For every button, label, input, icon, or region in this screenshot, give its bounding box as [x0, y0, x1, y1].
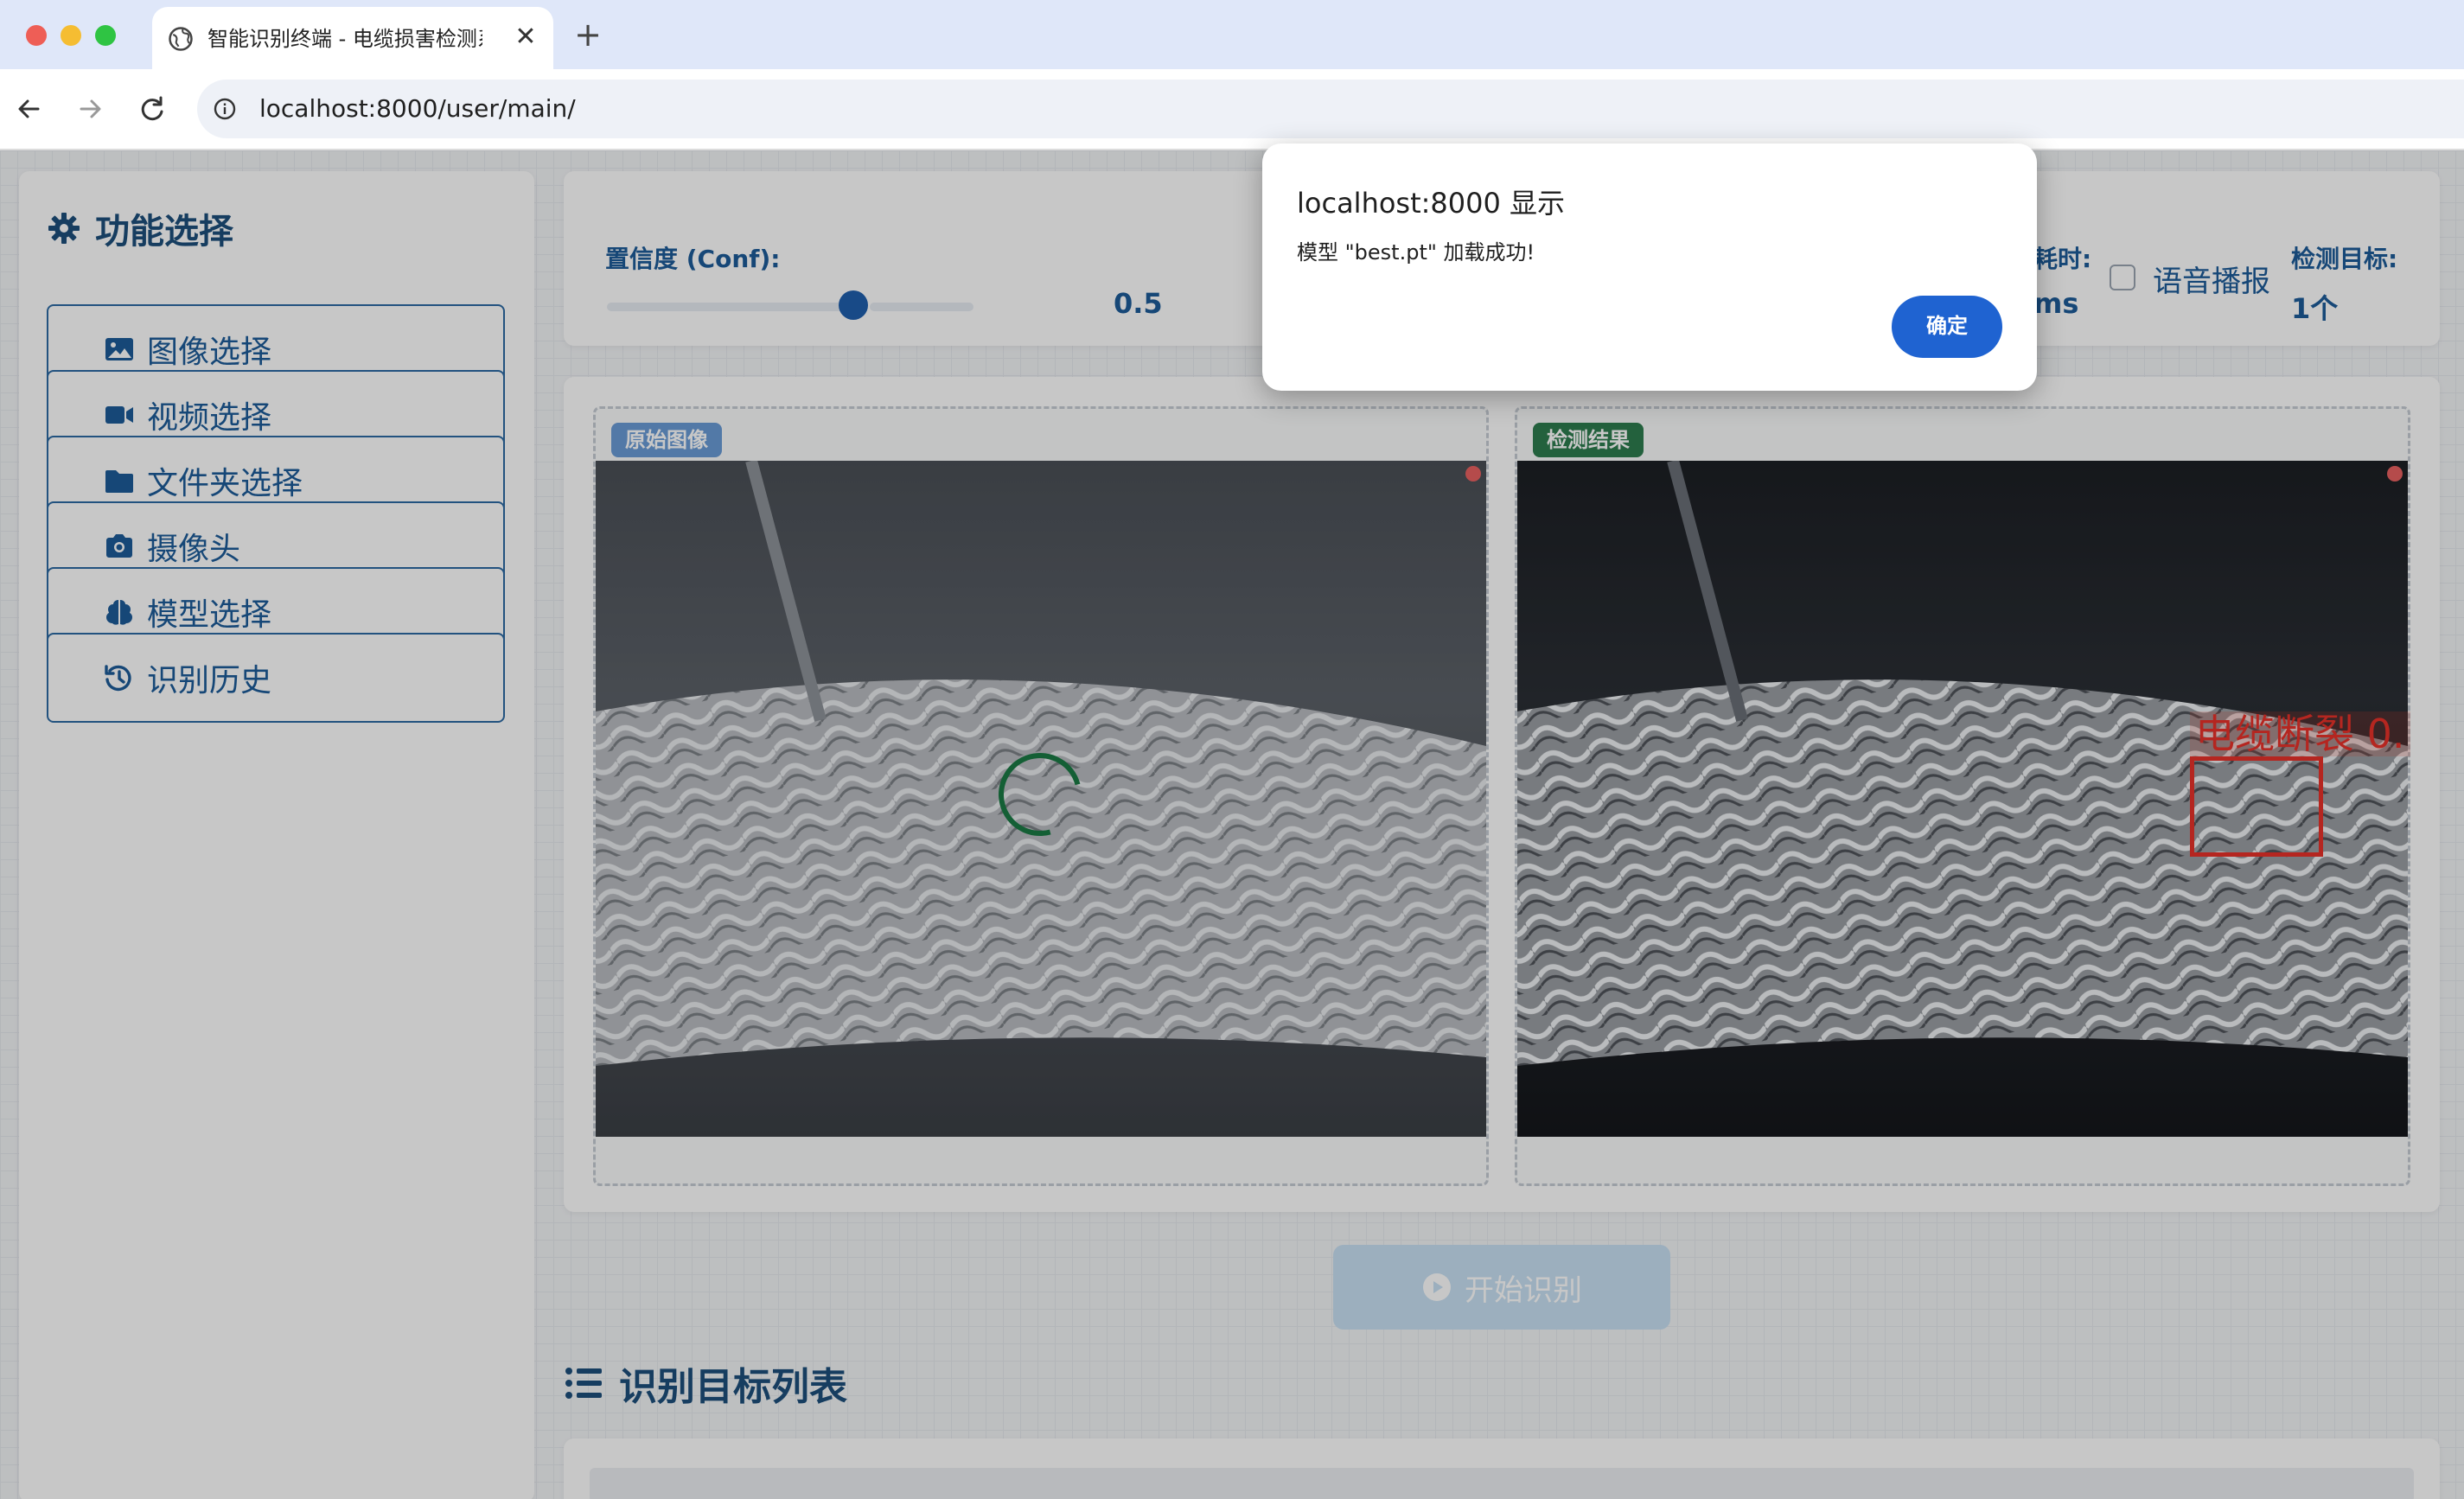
arrow-left-icon: [18, 99, 40, 118]
modal-backdrop: [0, 150, 2464, 1499]
reload-icon: [141, 96, 163, 121]
tab-title: 智能识别终端 - 电缆损害检测系: [207, 27, 482, 51]
address-toolbar: localhost:8000/user/main/: [0, 69, 2464, 150]
window-close-button[interactable]: [26, 25, 47, 46]
url-text[interactable]: localhost:8000/user/main/: [259, 92, 576, 126]
window-minimize-button[interactable]: [61, 25, 81, 46]
tab-close-icon[interactable]: ✕: [510, 22, 541, 53]
arrow-right-icon: [80, 99, 101, 118]
url-bar[interactable]: localhost:8000/user/main/: [197, 80, 2464, 138]
dialog-title: localhost:8000 显示: [1297, 187, 1566, 220]
globe-icon: [169, 27, 193, 51]
dialog-message: 模型 "best.pt" 加载成功!: [1297, 240, 1535, 265]
new-tab-button[interactable]: +: [571, 17, 605, 52]
dialog-ok-button[interactable]: 确定: [1892, 296, 2002, 358]
window-maximize-button[interactable]: [95, 25, 116, 46]
alert-dialog: localhost:8000 显示 模型 "best.pt" 加载成功! 确定: [1262, 144, 2037, 391]
reload-button[interactable]: [131, 88, 173, 130]
forward-button[interactable]: [69, 88, 111, 130]
back-button[interactable]: [9, 88, 50, 130]
browser-tab-strip: 智能识别终端 - 电缆损害检测系 ✕ +: [0, 0, 2464, 69]
info-icon[interactable]: [213, 97, 237, 121]
browser-tab-active[interactable]: 智能识别终端 - 电缆损害检测系 ✕: [152, 7, 553, 69]
